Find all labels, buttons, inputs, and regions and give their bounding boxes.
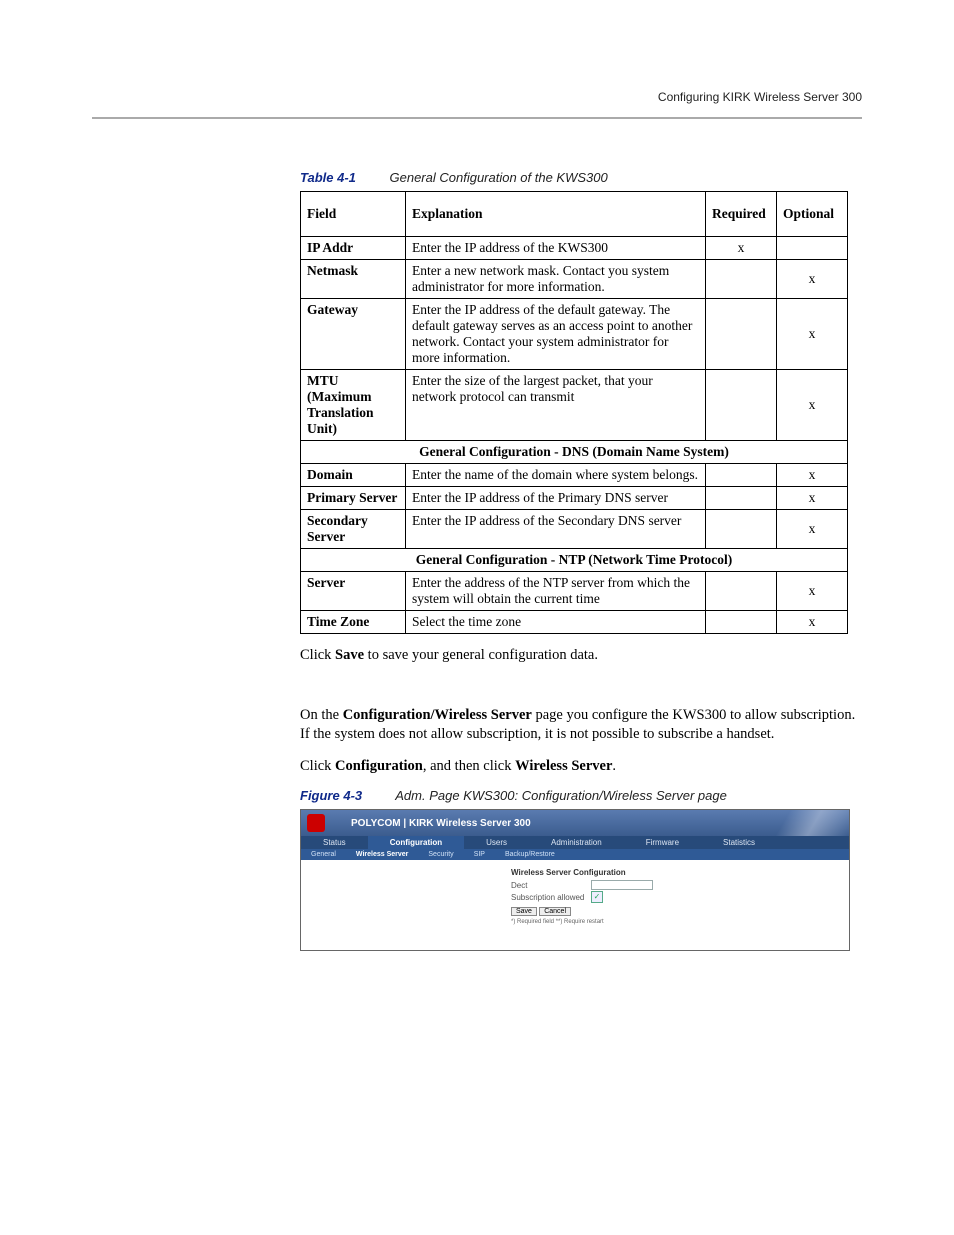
cell-field: Server xyxy=(301,572,406,611)
decorative-corner xyxy=(759,810,849,836)
table-caption: Table 4-1 General Configuration of the K… xyxy=(300,170,862,185)
tab-configuration[interactable]: Configuration xyxy=(368,836,464,849)
figure-panel: Wireless Server Configuration Dect Subsc… xyxy=(301,860,849,950)
polycom-logo-icon xyxy=(307,814,325,832)
th-required: Required xyxy=(706,192,777,237)
cancel-button[interactable]: Cancel xyxy=(539,907,571,916)
figure-caption-text: Adm. Page KWS300: Configuration/Wireless… xyxy=(395,788,727,803)
table-caption-text: General Configuration of the KWS300 xyxy=(390,170,608,185)
panel-title: Wireless Server Configuration xyxy=(511,868,849,877)
tab-users[interactable]: Users xyxy=(464,836,529,849)
header-divider xyxy=(92,117,862,119)
cell-required xyxy=(706,464,777,487)
cell-explanation: Enter the IP address of the KWS300 xyxy=(406,237,706,260)
cell-explanation: Select the time zone xyxy=(406,611,706,634)
cell-required xyxy=(706,510,777,549)
tab-firmware[interactable]: Firmware xyxy=(624,836,701,849)
subtab-wireless-server[interactable]: Wireless Server xyxy=(346,849,418,860)
cell-required xyxy=(706,299,777,370)
cell-optional: x xyxy=(777,487,848,510)
cell-optional xyxy=(777,237,848,260)
subtab-sip[interactable]: SIP xyxy=(464,849,495,860)
cell-field: Netmask xyxy=(301,260,406,299)
subtab-general[interactable]: General xyxy=(301,849,346,860)
cell-required xyxy=(706,611,777,634)
tab-status[interactable]: Status xyxy=(301,836,368,849)
required-footnote: *) Required field **) Require restart xyxy=(511,919,849,925)
cell-explanation: Enter the address of the NTP server from… xyxy=(406,572,706,611)
dect-input[interactable] xyxy=(591,880,653,890)
label-dect: Dect xyxy=(511,881,591,890)
cell-required xyxy=(706,572,777,611)
paragraph-save: Click Save to save your general configur… xyxy=(300,646,862,666)
cell-optional: x xyxy=(777,611,848,634)
running-header: Configuring KIRK Wireless Server 300 xyxy=(658,90,862,104)
cell-explanation: Enter the name of the domain where syste… xyxy=(406,464,706,487)
cell-explanation: Enter the IP address of the Primary DNS … xyxy=(406,487,706,510)
paragraph-config-wireless: On the Configuration/Wireless Server pag… xyxy=(300,706,862,745)
table-caption-label: Table 4-1 xyxy=(300,170,386,185)
cell-explanation: Enter the IP address of the Secondary DN… xyxy=(406,510,706,549)
save-button[interactable]: Save xyxy=(511,907,537,916)
secondary-tabs: General Wireless Server Security SIP Bac… xyxy=(301,849,849,860)
th-explanation: Explanation xyxy=(406,192,706,237)
figure-caption-label: Figure 4-3 xyxy=(300,788,392,803)
section-heading-ntp: General Configuration - NTP (Network Tim… xyxy=(301,549,848,572)
figure-brand: POLYCOM | KIRK Wireless Server 300 xyxy=(351,818,531,829)
cell-field: Domain xyxy=(301,464,406,487)
cell-explanation: Enter a new network mask. Contact you sy… xyxy=(406,260,706,299)
cell-field: Time Zone xyxy=(301,611,406,634)
figure-screenshot: POLYCOM | KIRK Wireless Server 300 Statu… xyxy=(300,809,850,951)
cell-optional: x xyxy=(777,510,848,549)
cell-field: MTU (Maximum Translation Unit) xyxy=(301,370,406,441)
cell-optional: x xyxy=(777,370,848,441)
cell-field: Secondary Server xyxy=(301,510,406,549)
cell-optional: x xyxy=(777,572,848,611)
subtab-security[interactable]: Security xyxy=(418,849,463,860)
cell-explanation: Enter the size of the largest packet, th… xyxy=(406,370,706,441)
cell-field: IP Addr xyxy=(301,237,406,260)
figure-titlebar: POLYCOM | KIRK Wireless Server 300 xyxy=(301,810,849,836)
cell-required xyxy=(706,487,777,510)
cell-required: x xyxy=(706,237,777,260)
config-table: Field Explanation Required Optional IP A… xyxy=(300,191,848,634)
cell-field: Gateway xyxy=(301,299,406,370)
figure-caption: Figure 4-3 Adm. Page KWS300: Configurati… xyxy=(300,788,862,803)
cell-optional: x xyxy=(777,464,848,487)
cell-explanation: Enter the IP address of the default gate… xyxy=(406,299,706,370)
paragraph-click-config: Click Configuration, and then click Wire… xyxy=(300,757,862,777)
cell-optional: x xyxy=(777,260,848,299)
tab-statistics[interactable]: Statistics xyxy=(701,836,777,849)
th-optional: Optional xyxy=(777,192,848,237)
section-heading-dns: General Configuration - DNS (Domain Name… xyxy=(301,441,848,464)
cell-required xyxy=(706,260,777,299)
cell-required xyxy=(706,370,777,441)
label-subscription-allowed: Subscription allowed xyxy=(511,893,591,902)
subscription-checkbox[interactable]: ✓ xyxy=(591,891,603,903)
th-field: Field xyxy=(301,192,406,237)
cell-optional: x xyxy=(777,299,848,370)
subtab-backup-restore[interactable]: Backup/Restore xyxy=(495,849,565,860)
cell-field: Primary Server xyxy=(301,487,406,510)
primary-tabs: Status Configuration Users Administratio… xyxy=(301,836,849,849)
tab-administration[interactable]: Administration xyxy=(529,836,624,849)
